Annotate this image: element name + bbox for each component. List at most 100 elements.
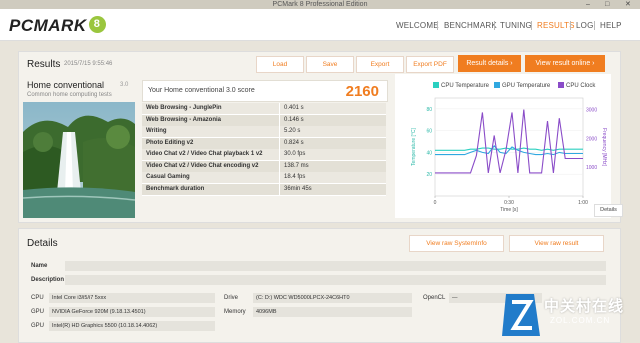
nav-tuning[interactable]: TUNING (500, 21, 532, 30)
maximize-button[interactable]: □ (605, 0, 609, 9)
result-row-value: 18.4 fps (284, 174, 306, 180)
nav-separator (594, 21, 595, 30)
result-row-label: Writing (146, 128, 167, 134)
row-divider (279, 149, 280, 160)
row-divider (279, 160, 280, 172)
result-row: Web Browsing - JunglePin 0.401 s (142, 103, 386, 115)
y-right-tick-label: 2000 (586, 136, 597, 142)
gpu2-value: Intel(R) HD Graphics 5500 (10.18.14.4062… (49, 321, 215, 331)
y-left-axis-label: Temperature [°C] (411, 127, 417, 165)
nav-separator (531, 21, 532, 30)
view-result-online-button[interactable]: View result online › (525, 55, 605, 72)
row-divider (279, 137, 280, 149)
description-field (65, 275, 606, 285)
test-title: Home conventional (27, 80, 105, 90)
gpu1-label: GPU (31, 309, 45, 315)
window-title-bar: PCMark 8 Professional Edition – □ ✕ (0, 0, 640, 9)
result-row: Video Chat v2 / Video Chat playback 1 v2… (142, 149, 386, 161)
close-button[interactable]: ✕ (625, 0, 631, 9)
nav-welcome[interactable]: WELCOME (396, 21, 439, 30)
load-button[interactable]: Load (256, 56, 304, 73)
window-title: PCMark 8 Professional Edition (272, 1, 368, 8)
result-row-value: 0.401 s (284, 105, 304, 111)
result-row-label: Photo Editing v2 (146, 139, 194, 146)
results-heading: Results (27, 59, 61, 70)
result-row-value: 36min 45s (284, 185, 312, 192)
y-left-tick-label: 20 (426, 172, 432, 178)
result-row-value: 0.146 s (284, 116, 304, 123)
row-divider (279, 172, 280, 183)
test-version: 3.0 (120, 82, 129, 88)
score-value: 2160 (345, 83, 379, 100)
name-label: Name (31, 263, 48, 269)
drive-label: Drive (224, 295, 239, 301)
top-nav-bar: PCMARK 8 WELCOME BENCHMARK TUNING RESULTS… (0, 9, 640, 41)
chart-details-button[interactable]: Details (594, 204, 623, 217)
watermark-text: 中关村在线 (544, 298, 625, 315)
monitoring-chart: 20 40 60 80 1000 2000 3000 0 0:30 1:00 Time [s] Tem… (411, 97, 607, 213)
minimize-button[interactable]: – (586, 0, 590, 9)
plot-area (434, 97, 584, 197)
memory-value: 4096MB (253, 307, 412, 317)
gpu2-label: GPU (31, 323, 45, 329)
gpu1-value: NVIDIA GeForce 920M (9.18.13.4501) (49, 307, 215, 317)
view-raw-result-button[interactable]: View raw result (509, 235, 604, 252)
monitoring-chart-panel: CPU Temperature GPU Temperature CPU Cloc… (395, 74, 623, 218)
row-divider (279, 183, 280, 195)
name-field (65, 261, 606, 271)
result-row-value: 30.0 fps (284, 151, 306, 157)
waterfall-thumbnail (23, 102, 135, 218)
nav-separator (570, 21, 571, 30)
logo-badge: 8 (88, 16, 106, 33)
result-row-label: Web Browsing - JunglePin (146, 105, 222, 111)
result-row: Photo Editing v2 0.824 s (142, 137, 386, 150)
nav-separator (494, 21, 495, 30)
result-row-value: 138.7 ms (284, 162, 309, 169)
x-tick-label: 0:30 (504, 200, 514, 206)
nav-help[interactable]: HELP (600, 21, 622, 30)
export-pdf-button[interactable]: Export PDF (406, 56, 454, 73)
x-tick-label: 0 (434, 200, 437, 206)
y-left-tick-label: 60 (426, 129, 432, 135)
result-row-value: 0.824 s (284, 139, 304, 146)
nav-benchmark[interactable]: BENCHMARK (444, 21, 497, 30)
watermark-url: ZOL.COM.CN (550, 316, 611, 325)
cpu-label: CPU (31, 295, 44, 301)
result-row: Casual Gaming 18.4 fps (142, 172, 386, 184)
result-details-button[interactable]: Result details › (458, 55, 521, 72)
result-row: Web Browsing - Amazonia 0.146 s (142, 114, 386, 127)
result-row: Video Chat v2 / Video Chat encoding v2 13… (142, 160, 386, 173)
y-right-tick-label: 3000 (586, 108, 597, 114)
opencl-label: OpenCL (423, 295, 446, 301)
row-divider (279, 103, 280, 114)
logo-text: PCMARK (9, 16, 87, 35)
result-row-label: Benchmark duration (146, 185, 205, 192)
details-heading: Details (27, 238, 58, 249)
row-divider (279, 114, 280, 126)
score-box: Your Home conventional 3.0 score 2160 (142, 80, 388, 102)
results-panel: Results 2015/7/15 9:55:46 Load Save Expo… (18, 51, 623, 223)
row-divider (279, 126, 280, 137)
test-subtitle: Common home computing tests (27, 92, 112, 98)
x-tick-label: 1:00 (578, 200, 588, 206)
view-raw-systeminfo-button[interactable]: View raw SystemInfo (409, 235, 504, 252)
y-left-tick-label: 80 (426, 107, 432, 113)
result-row-label: Video Chat v2 / Video Chat playback 1 v2 (146, 151, 263, 157)
y-right-tick-label: 1000 (586, 165, 597, 171)
result-row: Benchmark duration 36min 45s (142, 183, 386, 196)
nav-separator (437, 21, 438, 30)
description-label: Description (31, 277, 65, 283)
y-right-axis-label: Frequency [MHz] (601, 128, 607, 167)
result-row: Writing 5.20 s (142, 126, 386, 138)
x-axis-label: Time [s] (500, 207, 518, 213)
save-button[interactable]: Save (306, 56, 354, 73)
cpu-value: Intel Core i3/i5/i7 5xxx (49, 293, 215, 303)
y-left-tick-label: 40 (426, 150, 432, 156)
result-row-label: Casual Gaming (146, 174, 190, 180)
export-button[interactable]: Export (356, 56, 404, 73)
memory-label: Memory (224, 309, 246, 315)
results-date: 2015/7/15 9:55:46 (64, 61, 113, 67)
nav-log[interactable]: LOG (576, 21, 594, 30)
drive-value: (C: D:) WDC WD5000LPCX-24C6HT0 (253, 293, 412, 303)
result-row-label: Video Chat v2 / Video Chat encoding v2 (146, 162, 259, 169)
